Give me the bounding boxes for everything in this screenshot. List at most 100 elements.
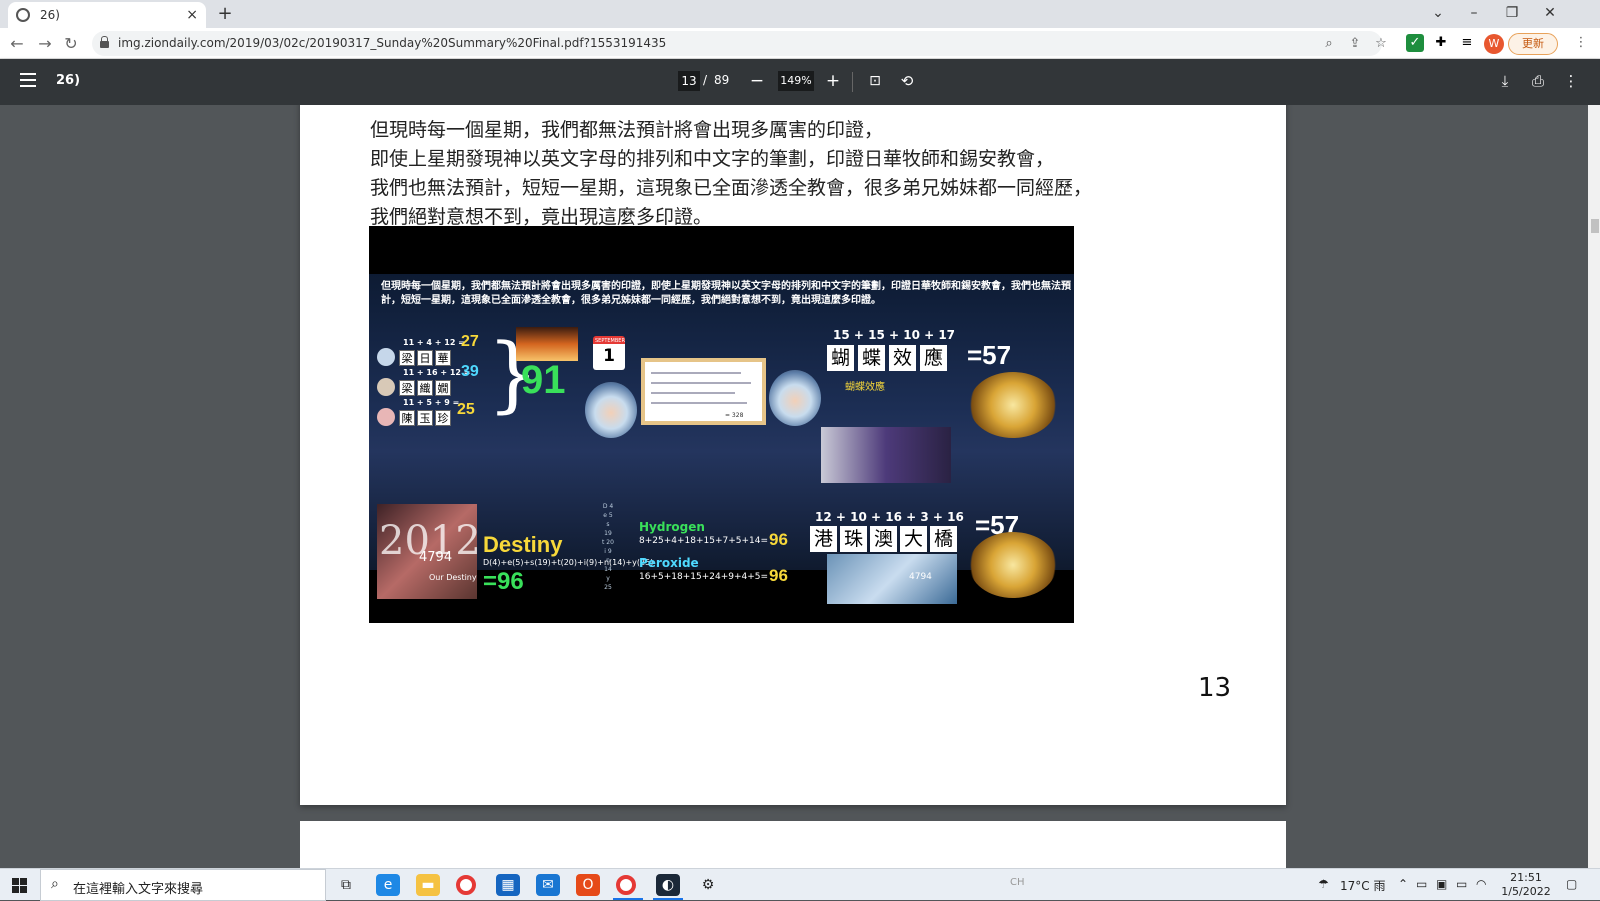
close-window-button[interactable]: ✕ <box>1532 0 1568 28</box>
slide-content: 但現時每一個星期，我們都無法預計將會出現多厲害的印證，即使上星期發現神以英文字母… <box>369 274 1074 604</box>
total-91: 91 <box>521 358 566 402</box>
bridge-char: 大 <box>900 526 927 552</box>
taskbar-search-box[interactable]: ⌕ 在這裡輸入文字來搜尋 <box>40 869 326 901</box>
forward-button[interactable]: → <box>34 33 56 55</box>
slide-headline: 但現時每一個星期，我們都無法預計將會出現多厲害的印證，即使上星期發現神以英文字母… <box>381 281 1071 306</box>
name-char: 玉 <box>417 410 433 426</box>
fit-to-page-icon[interactable]: ⊡ <box>864 70 886 92</box>
butterfly-char: 效 <box>889 345 916 371</box>
pdf-toolbar: 26) 13 / 89 − 149% + ⊡ ⟲ ⤓ ⎙ ⋮ <box>0 59 1600 105</box>
zoom-in-button[interactable]: + <box>822 70 844 92</box>
steam-icon[interactable]: ◐ <box>656 874 680 896</box>
toolbar-divider <box>852 72 853 92</box>
share-icon[interactable]: ⇪ <box>1346 35 1364 53</box>
wifi-icon[interactable]: ◠ <box>1476 877 1486 891</box>
destiny-letter: i 9 <box>604 548 612 555</box>
download-icon[interactable]: ⤓ <box>1494 70 1516 92</box>
side-panel-icon[interactable] <box>1462 34 1480 52</box>
destiny-letter: s 19 <box>604 521 612 537</box>
butterfly-char: 蝴 <box>827 345 854 371</box>
bridge-char: 橋 <box>930 526 957 552</box>
vertical-scrollbar[interactable] <box>1588 105 1600 868</box>
weather-text[interactable]: 17°C 雨 <box>1340 877 1385 894</box>
name-stroke-sum: 11 + 5 + 9 = <box>403 398 460 407</box>
sidebar-menu-icon[interactable] <box>20 73 36 87</box>
tray-app-icon[interactable]: ▣ <box>1436 877 1447 891</box>
search-icon: ⌕ <box>51 876 59 892</box>
reload-button[interactable]: ↻ <box>60 33 82 55</box>
edge-icon[interactable]: e <box>376 874 400 896</box>
search-placeholder: 在這裡輸入文字來搜尋 <box>73 882 204 897</box>
zoom-out-button[interactable]: − <box>746 70 768 92</box>
bridge-char: 港 <box>810 526 837 552</box>
settings-gear-icon[interactable]: ⚙ <box>696 874 720 896</box>
address-bar[interactable]: img.ziondaily.com/2019/03/02c/20190317_S… <box>92 31 1387 56</box>
new-tab-button[interactable]: + <box>214 4 236 26</box>
bridge-photo <box>827 554 957 604</box>
name-char: 陳 <box>399 410 415 426</box>
print-icon[interactable]: ⎙ <box>1527 70 1549 92</box>
chrome-icon[interactable] <box>616 875 636 895</box>
cartoon-avatar <box>769 370 821 426</box>
profile-avatar[interactable]: W <box>1484 34 1504 54</box>
extension-check-icon[interactable]: ✓ <box>1406 34 1424 52</box>
update-button[interactable]: 更新 <box>1508 33 1558 55</box>
rotate-icon[interactable]: ⟲ <box>896 70 918 92</box>
destiny-total: =96 <box>483 568 524 595</box>
browser-tab[interactable]: 26) × <box>8 2 206 28</box>
name-char: 華 <box>435 350 451 366</box>
hydrogen-formula: 8+25+4+18+15+7+5+14= <box>639 536 769 546</box>
cartoon-avatar <box>585 382 637 438</box>
tab-search-icon[interactable]: ⌄ <box>1420 0 1456 28</box>
ime-indicator[interactable]: CH <box>1010 877 1025 888</box>
butterfly-caption: 蝴蝶效應 <box>845 382 885 393</box>
store-icon[interactable]: ▦ <box>496 874 520 896</box>
destiny-letter: e 5 <box>603 512 613 519</box>
board-total: = 328 <box>725 412 744 419</box>
extensions-puzzle-icon[interactable]: ✚ <box>1432 34 1450 52</box>
zoom-input[interactable]: 149% <box>778 71 814 91</box>
person-avatar <box>377 378 395 396</box>
page-number: 13 <box>1198 673 1232 703</box>
rain-weather-icon[interactable]: ☂ <box>1318 877 1329 891</box>
notification-icon[interactable]: ▢ <box>1566 877 1577 891</box>
result-57: =57 <box>967 340 1012 370</box>
butterfly-stroke-sum: 15 + 15 + 10 + 17 <box>833 328 956 342</box>
bridge-char: 澳 <box>870 526 897 552</box>
minimize-button[interactable]: – <box>1456 0 1492 28</box>
hydrogen-result: 96 <box>769 530 788 549</box>
task-view-icon[interactable]: ⧉ <box>334 874 358 896</box>
tab-title: 26) <box>40 8 60 22</box>
pdf-viewer[interactable]: 但現時每一個星期，我們都無法預計將會出現多厲害的印證， 即使上星期發現神以英文字… <box>0 105 1600 868</box>
file-explorer-icon[interactable]: ▬ <box>416 874 440 896</box>
lock-icon <box>100 36 109 48</box>
close-tab-icon[interactable]: × <box>186 7 198 23</box>
mail-icon[interactable]: ✉ <box>536 874 560 896</box>
more-actions-icon[interactable]: ⋮ <box>1560 70 1582 92</box>
system-clock[interactable]: 21:51 1/5/2022 <box>1498 871 1554 899</box>
year-caption: Our Destiny <box>429 573 477 582</box>
destiny-label: Destiny <box>483 532 563 557</box>
windows-taskbar: ⌕ 在這裡輸入文字來搜尋 ⧉ e ▬ ▦ ✉ O ◐ ⚙ CH ☂ 17°C 雨… <box>0 868 1600 901</box>
office-icon[interactable]: O <box>576 874 600 896</box>
clock-date: 1/5/2022 <box>1501 885 1551 898</box>
zoom-icon[interactable]: ⌕ <box>1320 35 1338 53</box>
back-button[interactable]: ← <box>6 33 28 55</box>
calendar-month: SEPTEMBER <box>595 338 625 344</box>
slide-image: 但現時每一個星期，我們都無法預計將會出現多厲害的印證，即使上星期發現神以英文字母… <box>369 226 1074 623</box>
restore-button[interactable]: ❐ <box>1494 0 1530 28</box>
scrollbar-thumb[interactable] <box>1591 219 1599 233</box>
chrome-alt-icon[interactable] <box>456 875 476 895</box>
name-char: 織 <box>417 380 433 396</box>
tray-chevron-icon[interactable]: ⌃ <box>1398 877 1408 891</box>
page-number-input[interactable]: 13 <box>678 71 700 91</box>
name-total: 27 <box>461 333 479 350</box>
tray-app-icon[interactable]: ▭ <box>1416 877 1427 891</box>
battery-icon[interactable]: ▭ <box>1456 877 1467 891</box>
windows-start-icon[interactable] <box>12 878 27 893</box>
url-text[interactable]: img.ziondaily.com/2019/03/02c/20190317_S… <box>118 36 666 50</box>
bridge-stroke-sum: 12 + 10 + 16 + 3 + 16 <box>815 510 964 524</box>
bookmark-star-icon[interactable]: ☆ <box>1372 35 1390 53</box>
browser-menu-icon[interactable]: ⋮ <box>1572 34 1590 52</box>
calculation-board: = 328 <box>641 358 766 425</box>
